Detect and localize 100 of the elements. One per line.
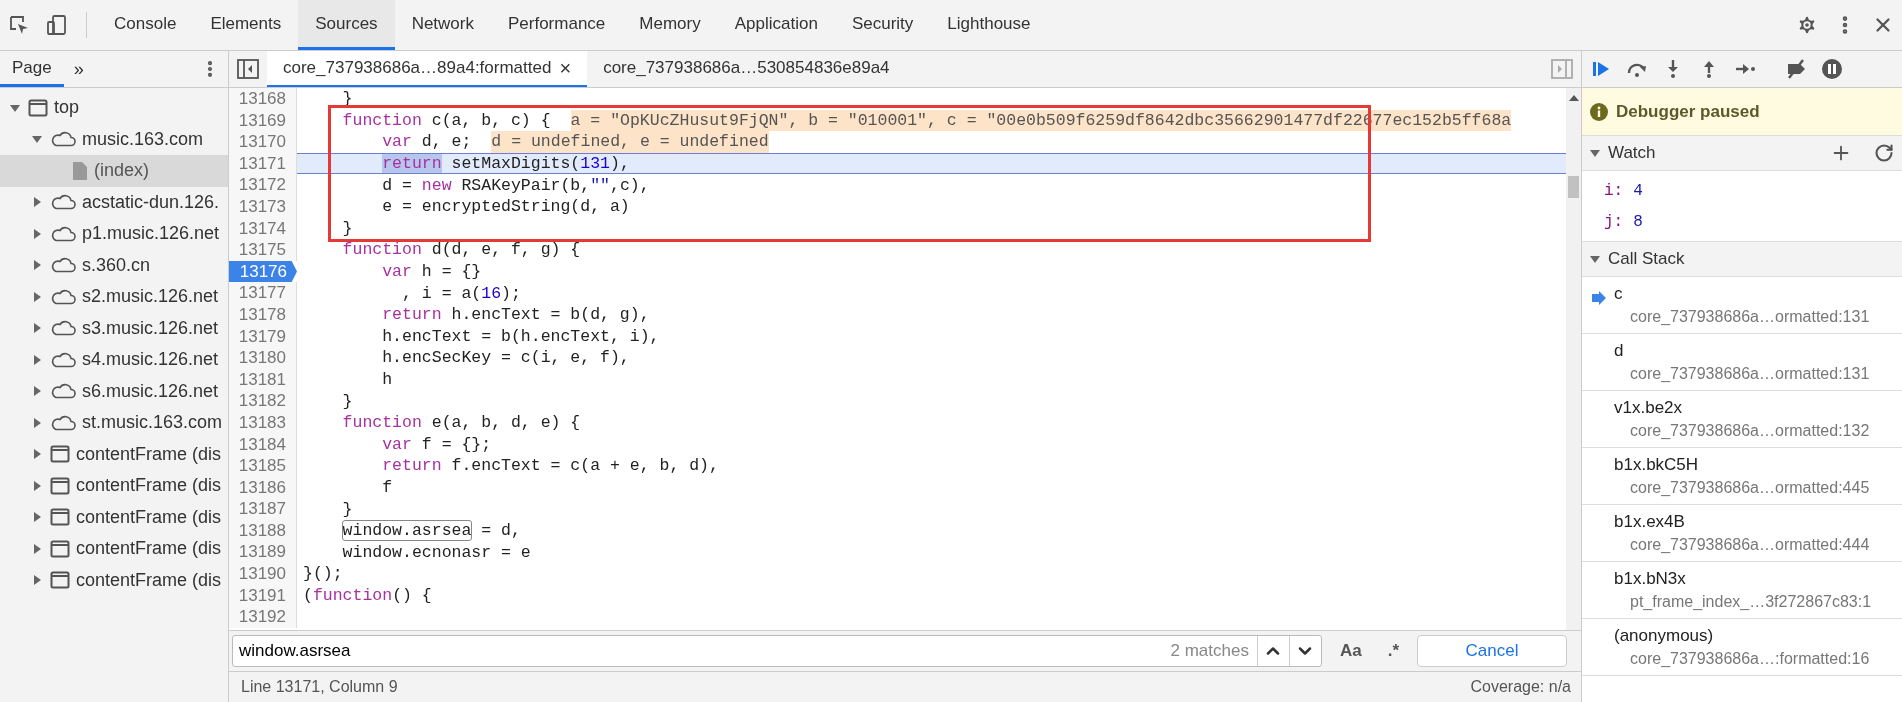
collapsed-triangle-icon[interactable] (32, 228, 42, 239)
device-icon[interactable] (46, 14, 68, 36)
pause-icon[interactable] (1821, 58, 1843, 80)
panel-tab[interactable]: Performance (491, 0, 623, 50)
watch-expression[interactable]: j: 8 (1582, 206, 1902, 237)
tree-item[interactable]: contentFrame (dis (0, 564, 228, 596)
line-number[interactable]: 13186 (229, 476, 297, 499)
line-number[interactable]: 13183 (229, 411, 297, 434)
page-tab[interactable]: Page (0, 51, 64, 87)
frame-name[interactable]: v1x.be2x (1614, 398, 1870, 418)
collapsed-triangle-icon[interactable] (32, 260, 42, 271)
panel-tab[interactable]: Application (717, 0, 835, 50)
line-number[interactable]: 13185 (229, 455, 297, 477)
collapsed-triangle-icon[interactable] (32, 417, 42, 428)
tree-item[interactable]: contentFrame (dis (0, 533, 228, 565)
panel-tab[interactable]: Security (834, 0, 931, 50)
frame-name[interactable]: (anonymous) (1614, 626, 1870, 646)
collapsed-triangle-icon[interactable] (32, 291, 42, 302)
tree-item[interactable]: s6.music.126.net (0, 375, 228, 407)
inspect-icon[interactable] (8, 14, 30, 36)
collapsed-triangle-icon[interactable] (32, 197, 42, 208)
sidebar-toggle-icon[interactable] (237, 59, 259, 79)
frame-name[interactable]: b1x.ex4B (1614, 512, 1870, 532)
watch-header[interactable]: Watch (1582, 136, 1902, 171)
frame-name[interactable]: b1x.bN3x (1614, 569, 1872, 589)
tree-item[interactable]: top (0, 92, 228, 124)
expanded-triangle-icon[interactable] (32, 134, 42, 145)
search-input[interactable]: window.asrsea (233, 641, 1163, 661)
line-number[interactable]: 13172 (229, 174, 297, 196)
watch-expression[interactable]: i: 4 (1582, 175, 1902, 206)
tree-item[interactable]: contentFrame (dis (0, 501, 228, 533)
expanded-triangle-icon[interactable] (1590, 254, 1600, 264)
line-number[interactable]: 13187 (229, 498, 297, 520)
tree-item[interactable]: s2.music.126.net (0, 281, 228, 313)
settings-icon[interactable] (1796, 14, 1818, 36)
expanded-triangle-icon[interactable] (1590, 148, 1600, 158)
frame-name[interactable]: d (1614, 341, 1870, 361)
sidebar-toggle-icon[interactable] (1551, 59, 1573, 79)
panel-tab[interactable]: Memory (622, 0, 718, 50)
frame-name[interactable]: c (1614, 284, 1870, 304)
regex-button[interactable]: .* (1379, 637, 1407, 665)
line-number[interactable]: 13182 (229, 390, 297, 412)
panel-tab[interactable]: Console (97, 0, 194, 50)
tree-item[interactable]: s3.music.126.net (0, 312, 228, 344)
tree-item[interactable]: p1.music.126.net (0, 218, 228, 250)
deactivate-breakpoints-icon[interactable] (1785, 58, 1807, 80)
scroll-up-icon[interactable] (1568, 94, 1579, 102)
match-case-button[interactable]: Aa (1331, 637, 1370, 665)
close-tab-button[interactable]: × (559, 56, 572, 80)
scrollbar-thumb[interactable] (1568, 176, 1579, 198)
tree-item[interactable]: s4.music.126.net (0, 344, 228, 376)
tree-item[interactable]: s.360.cn (0, 249, 228, 281)
file-tab[interactable]: core_737938686a…89a4:formatted × (267, 51, 588, 87)
line-number[interactable]: 13174 (229, 217, 297, 240)
panel-tab[interactable]: Elements (193, 0, 299, 50)
tree-item[interactable]: contentFrame (dis (0, 438, 228, 470)
breakpoint-marker[interactable]: 13176 (229, 260, 297, 283)
panel-tab[interactable]: Network (394, 0, 491, 50)
line-number[interactable]: 13191 (229, 584, 297, 607)
frame-location: pt_frame_index_…3f272867c83:1 (1629, 593, 1872, 611)
line-number[interactable]: 13189 (229, 541, 297, 564)
tree-item[interactable]: (index) (0, 155, 228, 187)
expanded-triangle-icon[interactable] (10, 102, 20, 113)
tree-item[interactable]: contentFrame (dis (0, 470, 228, 502)
collapsed-triangle-icon[interactable] (32, 512, 42, 523)
tree-item[interactable]: music.163.com (0, 123, 228, 155)
line-number[interactable]: 13177 (229, 282, 297, 304)
refresh-icon[interactable] (1874, 143, 1894, 163)
tree-item[interactable]: acstatic-dun.126. (0, 186, 228, 218)
scrollbar[interactable] (1566, 88, 1581, 630)
line-number[interactable]: 13170 (229, 131, 297, 153)
line-number[interactable]: 13188 (229, 519, 297, 542)
panel-tab[interactable]: Sources (298, 0, 395, 50)
line-number[interactable]: 13180 (229, 347, 297, 369)
collapsed-triangle-icon[interactable] (32, 480, 42, 491)
line-number[interactable]: 13169 (229, 109, 297, 132)
line-number[interactable]: 13184 (229, 433, 297, 456)
line-number[interactable]: 13190 (229, 563, 297, 585)
line-number[interactable]: 13171 (229, 152, 297, 175)
line-number[interactable]: 13179 (229, 325, 297, 348)
line-number[interactable]: 13168 (229, 88, 297, 110)
collapsed-triangle-icon[interactable] (32, 449, 42, 460)
call-stack-header[interactable]: Call Stack (1582, 242, 1902, 277)
collapsed-triangle-icon[interactable] (32, 543, 42, 554)
cancel-button[interactable]: Cancel (1417, 635, 1567, 667)
panel-tab[interactable]: Lighthouse (930, 0, 1048, 50)
search-field[interactable]: window.asrsea 2 matches (232, 635, 1322, 667)
collapsed-triangle-icon[interactable] (32, 386, 42, 397)
tree-item[interactable]: st.music.163.com (0, 407, 228, 439)
collapsed-triangle-icon[interactable] (32, 354, 42, 365)
line-number[interactable]: 13173 (229, 195, 297, 218)
line-number[interactable]: 13181 (229, 368, 297, 391)
line-number[interactable]: 13192 (229, 606, 297, 628)
collapsed-triangle-icon[interactable] (32, 575, 42, 586)
line-number[interactable]: 13175 (229, 239, 297, 261)
more-tabs-button[interactable]: » (63, 51, 94, 87)
frame-name[interactable]: b1x.bkC5H (1614, 455, 1870, 475)
collapsed-triangle-icon[interactable] (32, 323, 42, 334)
line-number[interactable]: 13178 (229, 303, 297, 326)
file-tab[interactable]: core_737938686a…530854836e89a4 (587, 51, 906, 87)
